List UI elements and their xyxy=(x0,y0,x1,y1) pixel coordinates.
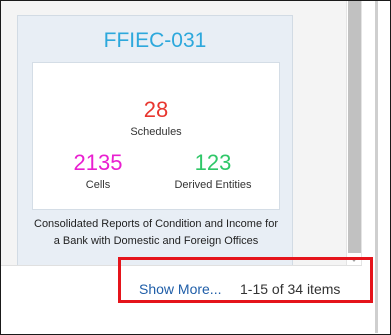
derived-entities-count: 123 xyxy=(194,150,232,175)
cells-label: Cells xyxy=(85,179,111,191)
right-panel-divider xyxy=(375,1,378,333)
vertical-scrollbar[interactable] xyxy=(346,1,362,265)
highlight-box xyxy=(118,257,373,303)
report-title[interactable]: FFIEC-031 xyxy=(18,29,292,53)
schedules-label: Schedules xyxy=(130,126,182,138)
report-card-ffiec-031[interactable]: FFIEC-031 28 Schedules 2135 Cells 123 De… xyxy=(17,15,293,272)
derived-entities-label: Derived Entities xyxy=(174,179,252,191)
scrollbar-thumb[interactable] xyxy=(348,1,361,253)
cells-count: 2135 xyxy=(73,150,123,175)
report-list-area: FFIEC-031 28 Schedules 2135 Cells 123 De… xyxy=(1,1,346,272)
schedules-count: 28 xyxy=(143,97,169,122)
report-description: Consolidated Reports of Condition and In… xyxy=(34,218,278,247)
report-stats-panel: 28 Schedules 2135 Cells 123 Derived Enti… xyxy=(32,62,280,210)
